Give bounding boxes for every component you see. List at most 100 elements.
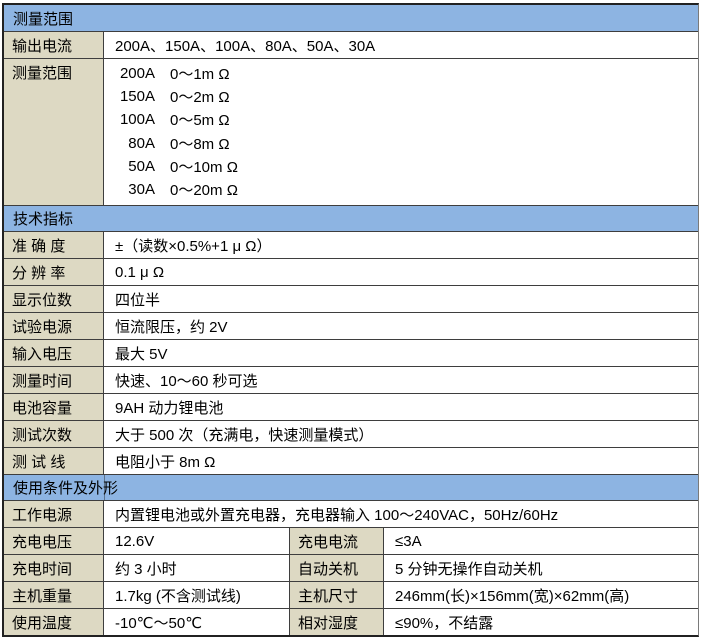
label-cell: 主机重量	[4, 582, 104, 608]
value-cell: 恒流限压，约 2V	[104, 313, 698, 339]
value-cell: 内置锂电池或外置充电器，充电器输入 100～240VAC，50Hz/60Hz	[104, 501, 698, 527]
row-label: 充电电流	[298, 531, 358, 552]
label-cell: 输入电压	[4, 340, 104, 366]
row-value: 恒流限压，约 2V	[115, 316, 228, 337]
row-label: 输入电压	[12, 343, 72, 364]
row-accuracy: 准 确 度 ±（读数×0.5%+1 μ Ω）	[4, 231, 698, 258]
header-column-divider	[104, 475, 105, 500]
range-span: 0～1m Ω	[170, 63, 230, 84]
row-charge-time-autopower: 充电时间 约 3 小时 自动关机 5 分钟无操作自动关机	[4, 554, 698, 581]
row-value: 四位半	[115, 289, 160, 310]
row-label: 主机重量	[12, 585, 72, 606]
range-current: 30A	[115, 181, 155, 198]
label-cell: 充电电压	[4, 528, 104, 554]
row-label: 自动关机	[298, 558, 358, 579]
label-cell: 分 辨 率	[4, 259, 104, 285]
row-label: 电池容量	[12, 397, 72, 418]
row-label: 试验电源	[12, 316, 72, 337]
measure-range-line: 50A 0～10m Ω	[115, 155, 698, 178]
row-label: 充电电压	[12, 531, 72, 552]
range-span: 0～20m Ω	[170, 179, 238, 200]
value-cell: 大于 500 次（充满电，快速测量模式）	[104, 421, 698, 447]
range-span: 0～10m Ω	[170, 156, 238, 177]
row-value: ≤90%，不结露	[395, 612, 493, 633]
row-label: 分 辨 率	[12, 262, 65, 283]
value-cell: ≤3A	[384, 528, 698, 554]
row-label: 相对湿度	[298, 612, 358, 633]
label-cell: 电池容量	[4, 394, 104, 420]
row-label: 充电时间	[12, 558, 72, 579]
section-header-label: 技术指标	[13, 208, 73, 229]
value-cell: 200A 0～1m Ω 150A 0～2m Ω 100A 0～5m Ω 80A …	[104, 59, 698, 205]
row-value: 0.1 μ Ω	[115, 264, 164, 281]
row-value: 约 3 小时	[115, 558, 177, 579]
row-label: 显示位数	[12, 289, 72, 310]
row-value: 200A、150A、100A、80A、50A、30A	[115, 35, 375, 56]
value-cell: ±（读数×0.5%+1 μ Ω）	[104, 232, 698, 258]
value-cell: 最大 5V	[104, 340, 698, 366]
label-cell: 输出电流	[4, 32, 104, 58]
measure-range-line: 80A 0～8m Ω	[115, 132, 698, 155]
row-label: 测 试 线	[12, 451, 65, 472]
range-current: 150A	[115, 88, 155, 105]
range-span: 0～2m Ω	[170, 86, 230, 107]
value-cell: -10℃～50℃	[104, 609, 290, 635]
row-value: 电阻小于 8m Ω	[115, 451, 215, 472]
label-cell: 显示位数	[4, 286, 104, 312]
row-working-power: 工作电源 内置锂电池或外置充电器，充电器输入 100～240VAC，50Hz/6…	[4, 500, 698, 527]
label-cell: 测试次数	[4, 421, 104, 447]
range-current: 200A	[115, 65, 155, 82]
range-span: 0～5m Ω	[170, 109, 230, 130]
row-value: -10℃～50℃	[115, 612, 202, 633]
value-cell: 12.6V	[104, 528, 290, 554]
label-cell: 测量时间	[4, 367, 104, 393]
value-cell: 200A、150A、100A、80A、50A、30A	[104, 32, 698, 58]
value-cell: 0.1 μ Ω	[104, 259, 698, 285]
row-label: 测试次数	[12, 424, 72, 445]
spec-table: 测量范围 输出电流 200A、150A、100A、80A、50A、30A 测量范…	[2, 3, 699, 637]
value-cell: 9AH 动力锂电池	[104, 394, 698, 420]
row-label: 测量时间	[12, 370, 72, 391]
value-cell: 四位半	[104, 286, 698, 312]
row-label: 准 确 度	[12, 235, 65, 256]
label-cell: 试验电源	[4, 313, 104, 339]
row-measurement-ranges: 测量范围 200A 0～1m Ω 150A 0～2m Ω 100A 0～5m Ω…	[4, 58, 698, 205]
measure-range-line: 150A 0～2m Ω	[115, 85, 698, 108]
row-label: 工作电源	[12, 504, 72, 525]
value-cell: 5 分钟无操作自动关机	[384, 555, 698, 581]
value-cell: 电阻小于 8m Ω	[104, 448, 698, 474]
section-header-label: 测量范围	[13, 8, 73, 29]
row-value: 1.7kg (不含测试线)	[115, 585, 241, 606]
section-header-label: 使用条件及外形	[13, 477, 118, 498]
value-cell: ≤90%，不结露	[384, 609, 698, 635]
label-cell: 相对湿度	[290, 609, 384, 635]
row-value: 5 分钟无操作自动关机	[395, 558, 543, 579]
row-test-power: 试验电源 恒流限压，约 2V	[4, 312, 698, 339]
value-cell: 1.7kg (不含测试线)	[104, 582, 290, 608]
label-cell: 准 确 度	[4, 232, 104, 258]
measure-range-line: 200A 0～1m Ω	[115, 62, 698, 85]
row-test-leads: 测 试 线 电阻小于 8m Ω	[4, 447, 698, 474]
row-value: 12.6V	[115, 533, 154, 550]
row-measure-time: 测量时间 快速、10～60 秒可选	[4, 366, 698, 393]
label-cell: 使用温度	[4, 609, 104, 635]
value-cell: 约 3 小时	[104, 555, 290, 581]
section-header-technical-specs: 技术指标	[4, 205, 698, 231]
row-label: 主机尺寸	[298, 585, 358, 606]
label-cell: 主机尺寸	[290, 582, 384, 608]
row-label: 测量范围	[12, 62, 72, 83]
row-test-count: 测试次数 大于 500 次（充满电，快速测量模式）	[4, 420, 698, 447]
label-cell: 测 试 线	[4, 448, 104, 474]
row-value: 大于 500 次（充满电，快速测量模式）	[115, 424, 373, 445]
row-weight-dimensions: 主机重量 1.7kg (不含测试线) 主机尺寸 246mm(长)×156mm(宽…	[4, 581, 698, 608]
label-cell: 自动关机	[290, 555, 384, 581]
label-cell: 测量范围	[4, 59, 104, 205]
row-value: 9AH 动力锂电池	[115, 397, 223, 418]
row-battery-capacity: 电池容量 9AH 动力锂电池	[4, 393, 698, 420]
range-current: 100A	[115, 111, 155, 128]
range-current: 50A	[115, 158, 155, 175]
measure-range-line: 30A 0～20m Ω	[115, 178, 698, 201]
row-output-current: 输出电流 200A、150A、100A、80A、50A、30A	[4, 31, 698, 58]
row-value: 246mm(长)×156mm(宽)×62mm(高)	[395, 585, 629, 606]
row-value: ±（读数×0.5%+1 μ Ω）	[115, 235, 271, 256]
